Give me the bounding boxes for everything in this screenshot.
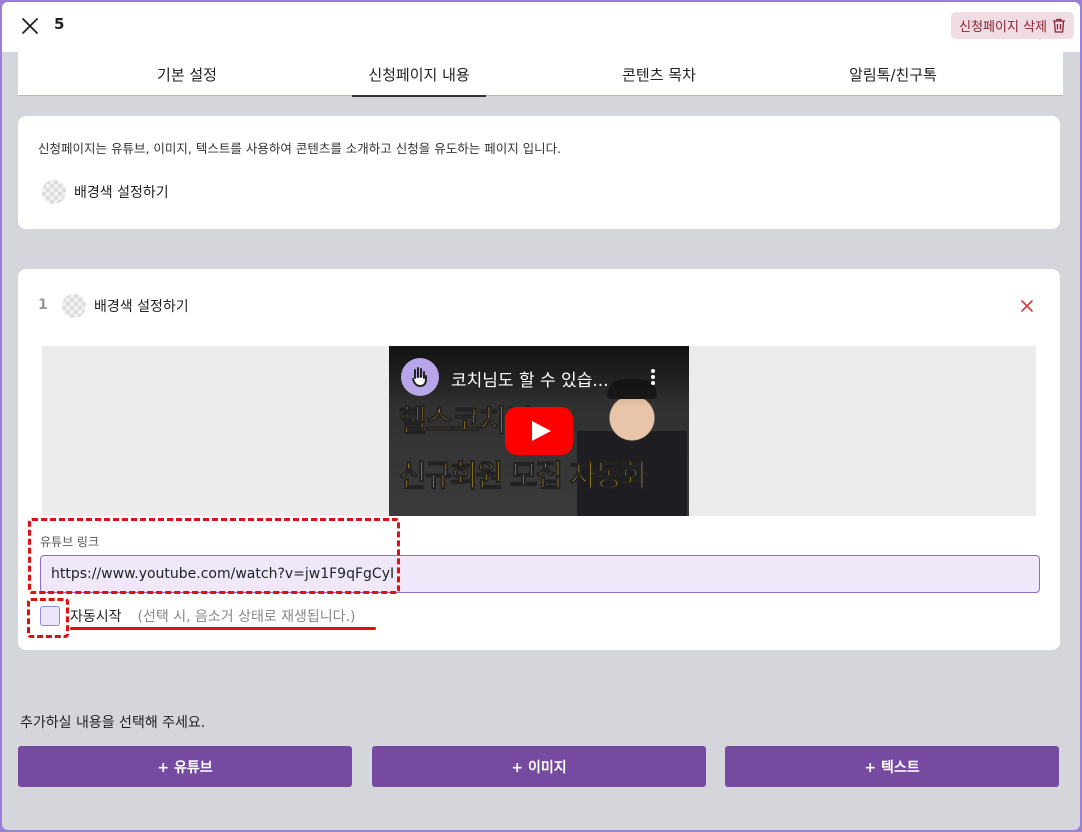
top-bar: 5 신청페이지 삭제 bbox=[2, 2, 1080, 52]
youtube-link-input[interactable] bbox=[40, 555, 1040, 593]
bg-color-setting[interactable]: 배경색 설정하기 bbox=[42, 180, 169, 204]
youtube-embed[interactable]: 헬스코치님! 신규회원 모집 자동화 코치님도 할 수 있습... bbox=[389, 346, 689, 516]
tab-label: 신청페이지 내용 bbox=[368, 65, 470, 84]
intro-description: 신청페이지는 유튜브, 이미지, 텍스트를 사용하여 콘텐츠를 소개하고 신청을… bbox=[38, 141, 562, 156]
delete-page-label: 신청페이지 삭제 bbox=[959, 20, 1047, 35]
tab-page-content[interactable]: 신청페이지 내용 bbox=[352, 52, 486, 97]
youtube-play-icon[interactable] bbox=[505, 407, 573, 455]
add-image-button[interactable]: + 이미지 bbox=[372, 746, 706, 787]
youtube-block-card: 1 배경색 설정하기 헬스코치님! 신규회원 모집 자동화 코치님도 할 수 있… bbox=[18, 269, 1060, 650]
video-title[interactable]: 코치님도 할 수 있습... bbox=[451, 366, 609, 391]
channel-avatar[interactable] bbox=[401, 358, 439, 396]
remove-block-icon[interactable] bbox=[1018, 297, 1036, 315]
intro-card: 신청페이지는 유튜브, 이미지, 텍스트를 사용하여 콘텐츠를 소개하고 신청을… bbox=[18, 116, 1060, 229]
page-number: 5 bbox=[54, 15, 65, 33]
autoplay-label[interactable]: 자동시작 bbox=[70, 606, 122, 626]
autoplay-row: 자동시작 (선택 시, 음소거 상태로 재생됩니다.) bbox=[40, 606, 355, 626]
annotation-autoplay-underline bbox=[70, 627, 376, 630]
add-content-prompt: 추가하실 내용을 선택해 주세요. bbox=[20, 715, 206, 731]
hand-logo-icon bbox=[412, 367, 427, 387]
tab-content-toc[interactable]: 콘텐츠 목차 bbox=[592, 52, 726, 96]
transparent-color-icon bbox=[42, 180, 66, 204]
tab-alimtalk[interactable]: 알림톡/친구톡 bbox=[826, 52, 960, 96]
bg-color-label: 배경색 설정하기 bbox=[74, 185, 169, 201]
video-preview-area: 헬스코치님! 신규회원 모집 자동화 코치님도 할 수 있습... bbox=[42, 346, 1036, 516]
tab-basic-settings[interactable]: 기본 설정 bbox=[120, 52, 254, 96]
add-youtube-button[interactable]: + 유튜브 bbox=[18, 746, 352, 787]
trash-icon bbox=[1053, 18, 1065, 33]
app-window: 5 신청페이지 삭제 기본 설정 신청페이지 내용 콘텐츠 목차 알림톡/친구톡… bbox=[2, 2, 1080, 830]
tab-label: 콘텐츠 목차 bbox=[622, 65, 696, 84]
delete-page-button[interactable]: 신청페이지 삭제 bbox=[951, 12, 1074, 39]
tab-label: 알림톡/친구톡 bbox=[849, 65, 937, 84]
more-vertical-icon[interactable] bbox=[647, 364, 659, 390]
close-button[interactable] bbox=[18, 14, 42, 38]
block-bg-color-setting[interactable]: 배경색 설정하기 bbox=[62, 294, 189, 318]
youtube-link-label: 유튜브 링크 bbox=[40, 535, 100, 549]
add-text-button[interactable]: + 텍스트 bbox=[725, 746, 1059, 787]
block-bg-color-label: 배경색 설정하기 bbox=[94, 299, 189, 315]
tab-label: 기본 설정 bbox=[157, 65, 217, 84]
thumbnail-caption-2: 신규회원 모집 자동화 bbox=[398, 459, 648, 495]
tab-bar: 기본 설정 신청페이지 내용 콘텐츠 목차 알림톡/친구톡 bbox=[18, 52, 1063, 97]
block-index: 1 bbox=[38, 297, 48, 313]
transparent-color-icon bbox=[62, 294, 86, 318]
autoplay-hint: (선택 시, 음소거 상태로 재생됩니다.) bbox=[137, 609, 356, 625]
close-icon bbox=[22, 18, 38, 34]
autoplay-checkbox[interactable] bbox=[40, 606, 60, 626]
